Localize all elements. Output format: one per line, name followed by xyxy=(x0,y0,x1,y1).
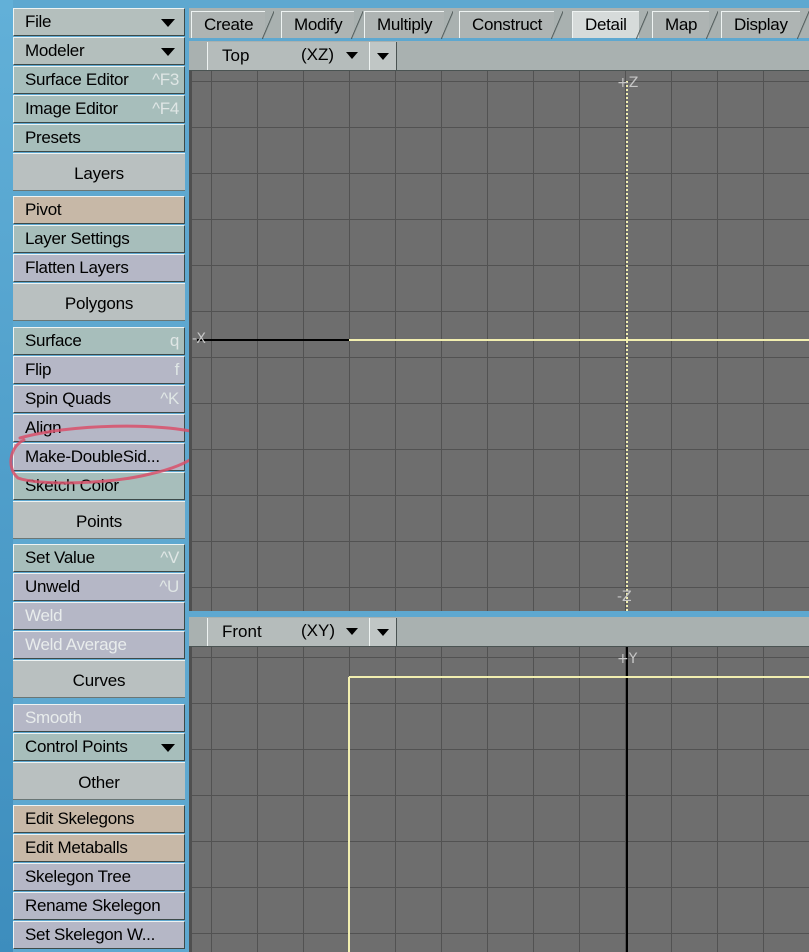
viewport-menu-button[interactable] xyxy=(369,42,397,70)
flip-button[interactable]: Flip f xyxy=(13,356,185,384)
weld-label: Weld xyxy=(25,606,63,625)
front-viewport-geometry xyxy=(348,647,809,952)
unweld-label: Unweld xyxy=(25,577,80,596)
file-menu-button[interactable]: File xyxy=(13,8,185,36)
weld-average-button[interactable]: Weld Average xyxy=(13,631,185,659)
viewport-header-fill xyxy=(398,618,809,646)
layer-settings-label: Layer Settings xyxy=(25,229,130,248)
viewport-menu-button[interactable] xyxy=(369,618,397,646)
annotation-highlight xyxy=(9,424,208,485)
set-value-label: Set Value xyxy=(25,548,95,567)
viewport-mode-top[interactable]: (XZ) xyxy=(301,41,334,69)
axis-label-top: +Y xyxy=(617,651,638,667)
chevron-down-icon xyxy=(346,628,358,635)
control-points-label: Control Points xyxy=(25,737,128,756)
shortcut-label: f xyxy=(174,360,180,379)
set-value-button[interactable]: Set Value ^V xyxy=(13,544,185,572)
flip-label: Flip xyxy=(25,360,52,379)
pivot-button[interactable]: Pivot xyxy=(13,196,185,224)
image-editor-label: Image Editor xyxy=(25,99,118,118)
file-label: File xyxy=(25,12,52,31)
tab-display[interactable]: Display xyxy=(721,11,809,39)
surface-button[interactable]: Surface q xyxy=(13,327,185,355)
flatten-layers-label: Flatten Layers xyxy=(25,258,129,277)
smooth-label: Smooth xyxy=(25,708,82,727)
shortcut-label: ^U xyxy=(159,577,179,596)
viewport-name-label: Front xyxy=(222,622,262,641)
edit-skelegons-label: Edit Skelegons xyxy=(25,809,135,828)
viewport-name-top[interactable]: Top xyxy=(207,42,389,70)
edit-metaballs-label: Edit Metaballs xyxy=(25,838,128,857)
chevron-down-icon xyxy=(161,744,175,752)
layers-header: Layers xyxy=(13,153,185,191)
weld-button[interactable]: Weld xyxy=(13,602,185,630)
edit-metaballs-button[interactable]: Edit Metaballs xyxy=(13,834,185,862)
tab-modify[interactable]: Modify xyxy=(281,11,364,39)
shortcut-label: ^V xyxy=(160,548,179,567)
viewport-header: Front (XY) xyxy=(189,617,809,647)
tab-multiply[interactable]: Multiply xyxy=(364,11,454,39)
viewport-name-front[interactable]: Front xyxy=(207,618,389,646)
viewport-mode-front[interactable]: (XY) xyxy=(301,617,335,645)
viewport-header: Top (XZ) xyxy=(189,41,809,71)
surface-editor-button[interactable]: Surface Editor ^F3 xyxy=(13,66,185,94)
set-skelegon-w-label: Set Skelegon W... xyxy=(25,925,156,944)
points-header: Points xyxy=(13,501,185,539)
layer-settings-button[interactable]: Layer Settings xyxy=(13,225,185,253)
viewport-header-fill xyxy=(398,42,809,70)
edit-skelegons-button[interactable]: Edit Skelegons xyxy=(13,805,185,833)
tab-map[interactable]: Map xyxy=(652,11,719,39)
surface-editor-label: Surface Editor xyxy=(25,70,129,89)
rename-skelegon-button[interactable]: Rename Skelegon xyxy=(13,892,185,920)
polygons-header: Polygons xyxy=(13,283,185,321)
axis-label-left: -X xyxy=(192,331,206,347)
spin-quads-label: Spin Quads xyxy=(25,389,111,408)
skelegon-tree-label: Skelegon Tree xyxy=(25,867,131,886)
weld-average-label: Weld Average xyxy=(25,635,127,654)
chevron-down-icon xyxy=(161,48,175,56)
modeler-menu-button[interactable]: Modeler xyxy=(13,37,185,65)
tab-detail[interactable]: Detail xyxy=(572,11,648,39)
rename-skelegon-label: Rename Skelegon xyxy=(25,896,161,915)
front-viewport[interactable]: Front (XY) +Y xyxy=(189,617,809,952)
chevron-down-icon xyxy=(346,52,358,59)
tab-create[interactable]: Create xyxy=(191,11,275,39)
control-points-button[interactable]: Control Points xyxy=(13,733,185,761)
top-viewport[interactable]: Top (XZ) +Z -Z -X xyxy=(189,41,809,611)
modeler-label: Modeler xyxy=(25,41,85,60)
top-viewport-geometry xyxy=(197,81,809,611)
tab-construct[interactable]: Construct xyxy=(459,11,564,39)
smooth-button[interactable]: Smooth xyxy=(13,704,185,732)
shortcut-label: q xyxy=(169,331,179,350)
presets-label: Presets xyxy=(25,128,81,147)
spin-quads-button[interactable]: Spin Quads ^K xyxy=(13,385,185,413)
tab-bar: Create Modify Multiply Construct Detail … xyxy=(189,8,809,39)
axis-label-bottom: -Z xyxy=(617,589,632,605)
flatten-layers-button[interactable]: Flatten Layers xyxy=(13,254,185,282)
shortcut-label: ^K xyxy=(160,389,179,408)
shortcut-label: ^F3 xyxy=(152,70,179,89)
image-editor-button[interactable]: Image Editor ^F4 xyxy=(13,95,185,123)
shortcut-label: ^F4 xyxy=(152,99,179,118)
other-header: Other xyxy=(13,762,185,800)
unweld-button[interactable]: Unweld ^U xyxy=(13,573,185,601)
axis-label-top: +Z xyxy=(617,75,639,91)
viewport-name-label: Top xyxy=(222,46,250,65)
skelegon-tree-button[interactable]: Skelegon Tree xyxy=(13,863,185,891)
chevron-down-icon xyxy=(161,19,175,27)
presets-button[interactable]: Presets xyxy=(13,124,185,152)
surface-label: Surface xyxy=(25,331,82,350)
pivot-label: Pivot xyxy=(25,200,62,219)
curves-header: Curves xyxy=(13,660,185,698)
set-skelegon-w-button[interactable]: Set Skelegon W... xyxy=(13,921,185,949)
